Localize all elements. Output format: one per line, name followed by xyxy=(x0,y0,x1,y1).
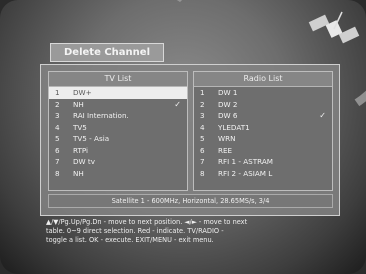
radio-channel-row[interactable]: 1 DW 1 xyxy=(194,87,332,99)
radio-channel-row[interactable]: 2 DW 2 xyxy=(194,99,332,111)
channel-number: 5 xyxy=(200,134,205,143)
check-icon: ✓ xyxy=(174,99,181,109)
radio-channel-row[interactable]: 3 DW 6 ✓ xyxy=(194,110,332,122)
channel-name: NH xyxy=(73,168,84,178)
channel-name: REE xyxy=(218,145,233,155)
tv-channel-row[interactable]: 6 RTPi xyxy=(49,145,187,157)
channel-name: DW 1 xyxy=(218,88,238,97)
tv-screen: Delete Channel TV List 1 DW+ 2 NH ✓ 3 RAI Inte… xyxy=(0,0,366,274)
channel-name: TV5 xyxy=(73,122,87,132)
channel-number: 8 xyxy=(200,168,205,178)
channel-number: 1 xyxy=(200,88,205,97)
help-line: table. 0~9 direct selection. Red - indic… xyxy=(46,227,224,235)
channel-number: 7 xyxy=(55,157,60,166)
channel-name: TV5 - Asia xyxy=(73,134,110,143)
satellite-icon xyxy=(308,11,360,44)
channel-number: 4 xyxy=(55,122,60,132)
tv-channel-row[interactable]: 4 TV5 xyxy=(49,122,187,134)
tv-channel-row[interactable]: 1 DW+ xyxy=(49,87,187,99)
channel-name: NH xyxy=(73,99,84,109)
tv-channel-row[interactable]: 2 NH ✓ xyxy=(49,99,187,111)
satellite-status: Satellite 1 - 600MHz, Horizontal, 28.65M… xyxy=(48,194,333,208)
channel-number: 5 xyxy=(55,134,60,143)
channel-number: 3 xyxy=(55,111,60,120)
channel-number: 2 xyxy=(200,99,205,109)
channel-number: 7 xyxy=(200,157,205,166)
tv-list-header: TV List xyxy=(49,72,187,87)
channel-name: RTPi xyxy=(73,145,89,155)
channel-number: 6 xyxy=(200,145,205,155)
tv-channel-row[interactable]: 3 RAI Internation. xyxy=(49,110,187,122)
radio-channel-row[interactable]: 4 YLEDAT1 xyxy=(194,122,332,134)
radio-list-header: Radio List xyxy=(194,72,332,87)
channel-number: 8 xyxy=(55,168,60,178)
channel-name: DW 6 xyxy=(218,111,238,120)
channel-name: RAI Internation. xyxy=(73,111,129,120)
channel-name: DW+ xyxy=(73,88,92,97)
help-line: toggle a list. OK - execute. EXIT/MENU -… xyxy=(46,236,214,244)
channel-name: RFI 2 - ASIAM L xyxy=(218,168,273,178)
radio-channel-row[interactable]: 6 REE xyxy=(194,145,332,157)
tv-channel-row[interactable]: 8 NH xyxy=(49,168,187,180)
channel-name: DW 2 xyxy=(218,99,238,109)
channel-number: 2 xyxy=(55,99,60,109)
menu-title: Delete Channel xyxy=(50,43,164,62)
help-text: ▲/▼/Pg.Up/Pg.Dn - move to next position.… xyxy=(46,218,336,245)
channel-name: DW tv xyxy=(73,157,95,166)
channel-panel: TV List 1 DW+ 2 NH ✓ 3 RAI Internation. 4 TV5 5 TV… xyxy=(40,64,340,216)
channel-number: 4 xyxy=(200,122,205,132)
radio-channel-row[interactable]: 7 RFI 1 - ASTRAM xyxy=(194,156,332,168)
channel-number: 6 xyxy=(55,145,60,155)
radio-channel-row[interactable]: 5 WRN xyxy=(194,133,332,145)
tv-list: TV List 1 DW+ 2 NH ✓ 3 RAI Internation. 4 TV5 5 TV… xyxy=(48,71,188,191)
radio-channel-row[interactable]: 8 RFI 2 - ASIAM L xyxy=(194,168,332,180)
channel-name: RFI 1 - ASTRAM xyxy=(218,157,273,166)
channel-number: 3 xyxy=(200,111,205,120)
channel-name: YLEDAT1 xyxy=(218,122,250,132)
help-line: ▲/▼/Pg.Up/Pg.Dn - move to next position.… xyxy=(46,218,248,226)
tv-channel-row[interactable]: 5 TV5 - Asia xyxy=(49,133,187,145)
channel-name: WRN xyxy=(218,134,236,143)
tv-channel-row[interactable]: 7 DW tv xyxy=(49,156,187,168)
check-icon: ✓ xyxy=(319,111,326,120)
radio-list: Radio List 1 DW 1 2 DW 2 3 DW 6 ✓ 4 YLEDAT1 5 WRN 6… xyxy=(193,71,333,191)
channel-number: 1 xyxy=(55,88,60,97)
